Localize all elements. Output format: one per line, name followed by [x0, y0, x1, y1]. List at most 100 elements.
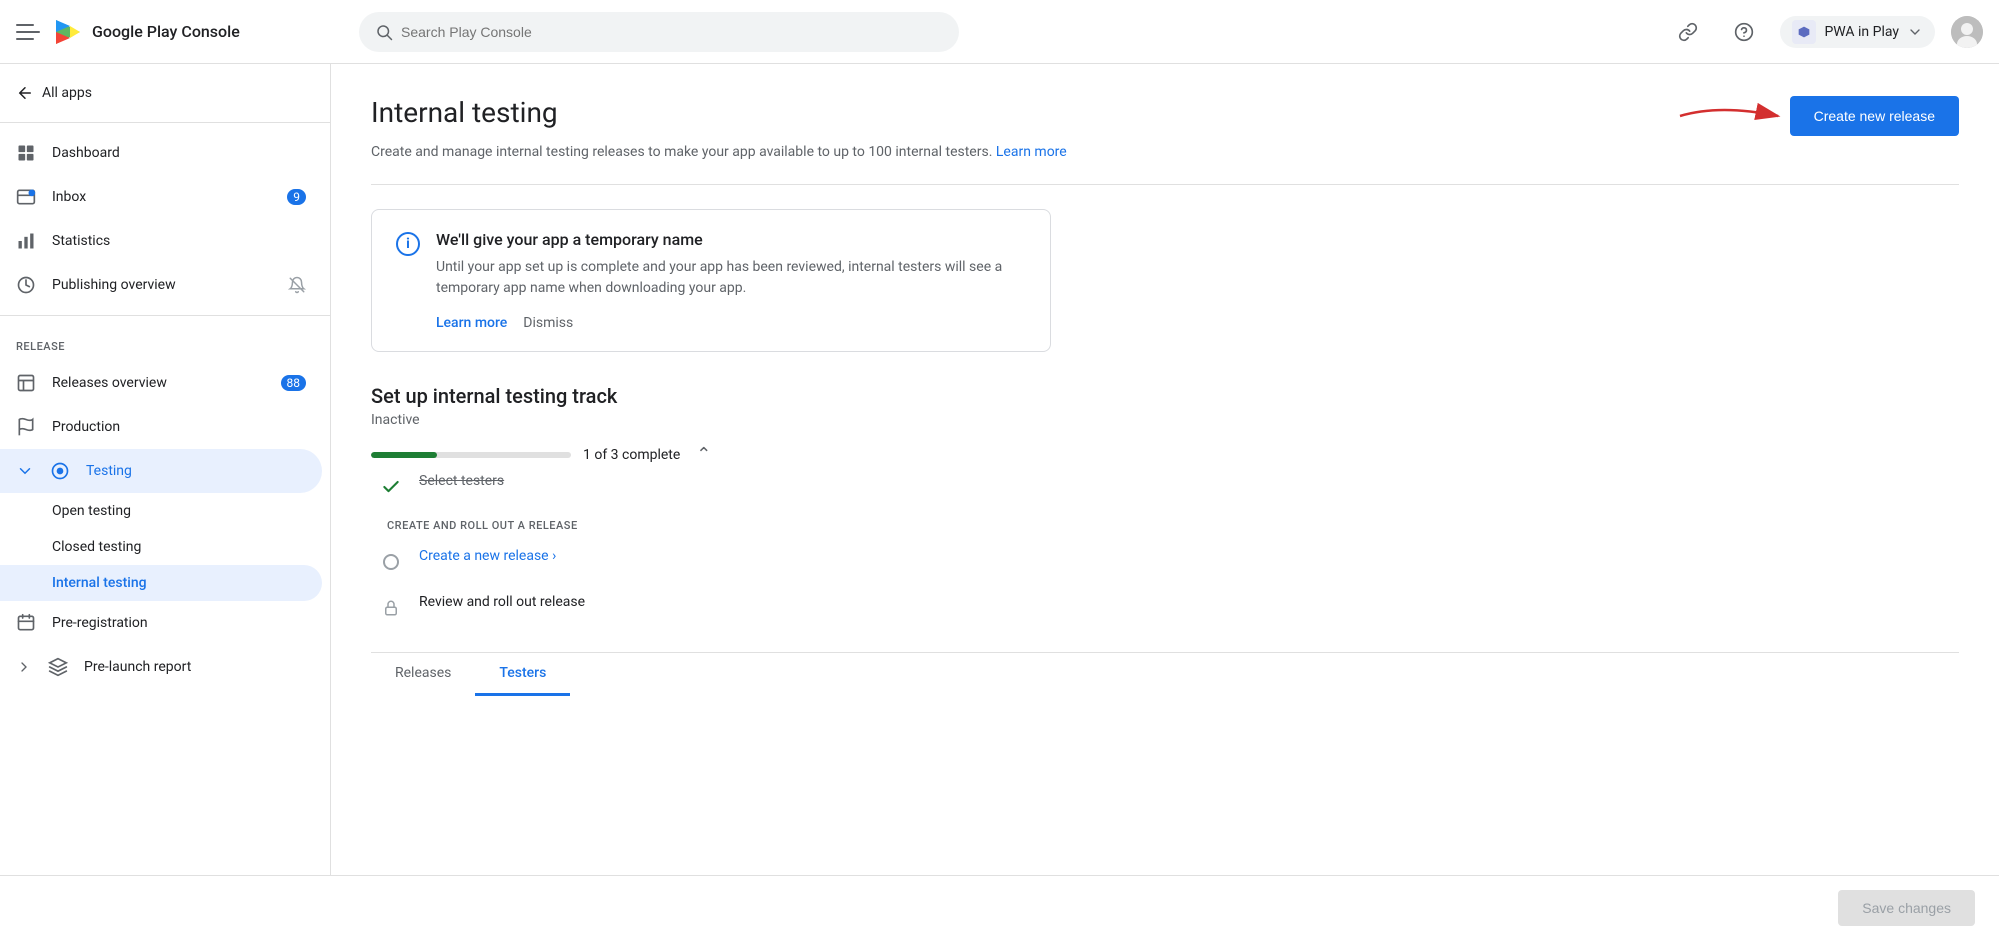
help-icon-button[interactable] — [1724, 12, 1764, 52]
step-review-rollout-label: Review and roll out release — [419, 594, 585, 610]
step-select-testers: Select testers — [379, 473, 1959, 499]
save-changes-button[interactable]: Save changes — [1838, 890, 1975, 926]
sidebar-item-statistics[interactable]: Statistics — [0, 219, 322, 263]
info-card-body: Until your app set up is complete and yo… — [436, 257, 1026, 299]
help-icon — [1734, 22, 1754, 42]
page-subtitle: Create and manage internal testing relea… — [371, 144, 1959, 160]
user-avatar-icon — [1951, 16, 1983, 48]
back-arrow-icon — [16, 84, 34, 102]
sidebar-item-publishing[interactable]: Publishing overview — [0, 263, 322, 307]
info-card-title: We'll give your app a temporary name — [436, 230, 1026, 249]
sidebar-item-releases-overview[interactable]: Releases overview 88 — [0, 361, 322, 405]
app-chip-icon — [1792, 20, 1816, 44]
tab-testers[interactable]: Testers — [475, 653, 570, 696]
tab-releases[interactable]: Releases — [371, 653, 475, 696]
sidebar-item-inbox[interactable]: Inbox 9 — [0, 175, 322, 219]
create-new-release-button[interactable]: Create new release — [1790, 96, 1959, 136]
track-status: Inactive — [371, 412, 1959, 428]
hamburger-menu[interactable] — [16, 20, 40, 44]
publishing-icon — [16, 275, 36, 295]
step-lock-indicator — [379, 596, 403, 620]
bell-off-icon — [288, 276, 306, 294]
sidebar-sub-open-testing[interactable]: Open testing — [0, 493, 322, 529]
sidebar-item-label-pre-launch: Pre-launch report — [84, 659, 306, 675]
main-layout: All apps Dashboard — [0, 64, 1999, 875]
lock-icon — [382, 599, 400, 617]
progress-bar-track — [371, 452, 571, 458]
testing-expand-icon — [16, 462, 34, 480]
step-create-release-label: Create a new release › — [419, 548, 556, 564]
content-divider — [371, 184, 1959, 185]
release-section-label: Release — [0, 324, 330, 361]
topbar-left: Google Play Console — [16, 16, 347, 48]
red-arrow-icon — [1670, 96, 1790, 136]
checkmark-icon — [381, 477, 401, 497]
inbox-badge: 9 — [287, 189, 306, 205]
sidebar-item-label-testing: Testing — [86, 463, 306, 479]
link-icon-button[interactable] — [1668, 12, 1708, 52]
info-card: i We'll give your app a temporary name U… — [371, 209, 1051, 352]
internal-testing-label: Internal testing — [52, 575, 147, 591]
production-icon — [16, 417, 36, 437]
app-chip[interactable]: PWA in Play — [1780, 16, 1935, 48]
pre-registration-icon — [16, 613, 36, 633]
sidebar-item-pre-launch[interactable]: Pre-launch report — [0, 645, 322, 689]
sidebar-sub-internal-testing[interactable]: Internal testing — [0, 565, 322, 601]
sidebar-sub-closed-testing[interactable]: Closed testing — [0, 529, 322, 565]
sidebar: All apps Dashboard — [0, 64, 331, 875]
releases-badge: 88 — [281, 375, 307, 391]
sidebar-item-pre-registration[interactable]: Pre-registration — [0, 601, 322, 645]
sidebar-divider-1 — [0, 122, 330, 123]
info-dismiss-link[interactable]: Dismiss — [523, 315, 573, 331]
sidebar-item-label-production: Production — [52, 419, 306, 435]
progress-toggle-icon[interactable]: ⌃ — [696, 444, 711, 465]
inbox-icon — [16, 187, 36, 207]
bottom-tabs: Releases Testers — [371, 652, 1959, 696]
pre-launch-icon — [48, 657, 68, 677]
app-icon — [1796, 24, 1812, 40]
logo-text: Google Play Console — [92, 22, 240, 41]
track-setup-title: Set up internal testing track — [371, 384, 1959, 408]
closed-testing-label: Closed testing — [52, 539, 141, 555]
step-select-testers-label: Select testers — [419, 473, 504, 489]
sidebar-item-production[interactable]: Production — [0, 405, 322, 449]
create-release-step-link[interactable]: Create a new release › — [419, 548, 556, 564]
topbar-right: PWA in Play — [1668, 12, 1983, 52]
step-circle-indicator — [379, 550, 403, 574]
logo: Google Play Console — [52, 16, 240, 48]
sidebar-item-label-inbox: Inbox — [52, 189, 271, 205]
testing-icon — [50, 461, 70, 481]
sidebar-item-testing[interactable]: Testing — [0, 449, 322, 493]
create-release-section-label: CREATE AND ROLL OUT A RELEASE — [379, 519, 1959, 532]
open-testing-label: Open testing — [52, 503, 131, 519]
progress-bar-fill — [371, 452, 437, 458]
expand-arrow-icon — [16, 659, 32, 675]
footer-bar: Save changes — [0, 875, 1999, 939]
sidebar-item-label-pre-registration: Pre-registration — [52, 615, 306, 631]
all-apps-button[interactable]: All apps — [0, 72, 322, 114]
avatar[interactable] — [1951, 16, 1983, 48]
info-card-content: We'll give your app a temporary name Unt… — [436, 230, 1026, 331]
arrow-hint — [1670, 96, 1790, 136]
search-bar[interactable] — [359, 12, 959, 52]
create-release-container: Create new release — [1670, 96, 1959, 136]
chevron-down-icon — [1907, 24, 1923, 40]
statistics-icon — [16, 231, 36, 251]
app-chip-label: PWA in Play — [1824, 24, 1899, 40]
sidebar-divider-2 — [0, 315, 330, 316]
sidebar-item-label-statistics: Statistics — [52, 233, 306, 249]
dashboard-icon — [16, 143, 36, 163]
page-header: Internal testing Create new release — [371, 96, 1959, 136]
releases-overview-icon — [16, 373, 36, 393]
search-input[interactable] — [401, 24, 943, 40]
learn-more-link-header[interactable]: Learn more — [996, 144, 1067, 160]
content-area: Internal testing Create new release — [331, 64, 1999, 875]
steps-container: Select testers CREATE AND ROLL OUT A REL… — [371, 473, 1959, 620]
info-learn-more-link[interactable]: Learn more — [436, 315, 507, 331]
progress-container: 1 of 3 complete ⌃ — [371, 444, 1959, 465]
progress-label: 1 of 3 complete — [583, 447, 680, 463]
info-icon: i — [396, 232, 420, 256]
link-icon — [1678, 22, 1698, 42]
sidebar-item-dashboard[interactable]: Dashboard — [0, 131, 322, 175]
sidebar-item-label-publishing: Publishing overview — [52, 277, 272, 293]
